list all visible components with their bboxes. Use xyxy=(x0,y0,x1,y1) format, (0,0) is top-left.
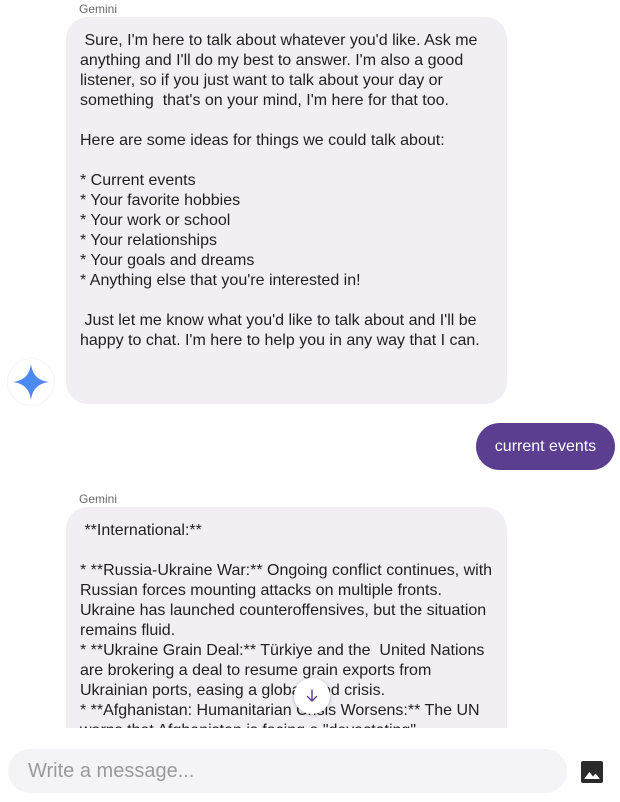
assistant-message: Sure, I'm here to talk about whatever yo… xyxy=(66,17,507,404)
message-paragraph: * **Russia-Ukraine War:** Ongoing confli… xyxy=(80,562,493,728)
scroll-to-bottom-button[interactable] xyxy=(294,678,330,714)
arrow-down-icon xyxy=(306,689,318,702)
image-icon xyxy=(581,761,603,783)
message-paragraph: * Current events * Your favorite hobbies… xyxy=(80,172,361,289)
sender-label: Gemini xyxy=(79,2,118,16)
chat-transcript[interactable]: Gemini Sure, I'm here to talk about what… xyxy=(0,0,620,728)
message-paragraph: Just let me know what you'd like to talk… xyxy=(80,312,482,349)
message-paragraph: Sure, I'm here to talk about whatever yo… xyxy=(80,32,482,109)
message-input[interactable] xyxy=(8,749,567,793)
attach-image-button[interactable] xyxy=(580,760,604,784)
user-message: current events xyxy=(476,423,615,470)
message-paragraph: **International:** xyxy=(80,522,202,539)
sender-label: Gemini xyxy=(79,492,118,506)
gemini-sparkle-icon xyxy=(13,364,49,400)
composer-bar xyxy=(0,728,620,802)
gemini-avatar xyxy=(8,359,54,405)
assistant-message: **International:** * **Russia-Ukraine Wa… xyxy=(66,507,507,728)
message-paragraph: Here are some ideas for things we could … xyxy=(80,132,445,149)
